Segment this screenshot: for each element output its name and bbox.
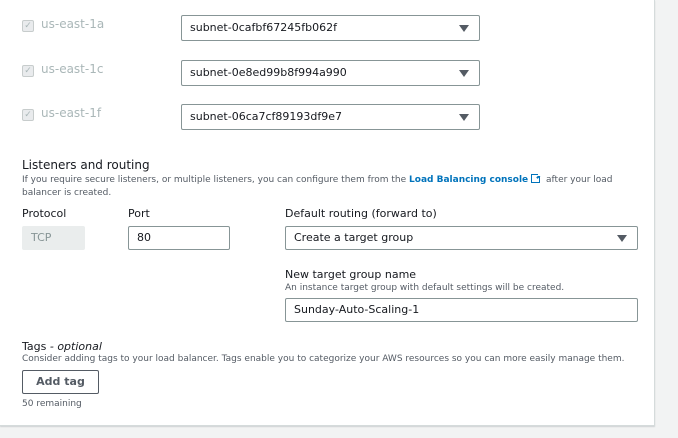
az-label: us-east-1a [41,17,105,31]
tags-title: Tags [22,340,47,353]
target-group-name-desc: An instance target group with default se… [285,283,565,293]
listeners-desc-text: If you require secure listeners, or mult… [22,175,410,185]
protocol-label: Protocol [22,207,67,220]
default-routing-select[interactable]: Create a target group [285,226,638,250]
subnet-value: subnet-06ca7cf89193df9e7 [190,110,343,123]
subnet-value: subnet-0e8ed99b8f994a990 [190,66,347,79]
az-checkbox[interactable]: ✓ [22,109,34,121]
external-link-icon [531,172,543,183]
caret-down-icon [459,25,469,32]
caret-down-icon [459,114,469,121]
listeners-description: If you require secure listeners, or mult… [22,172,642,200]
tags-heading: Tags - optional [22,340,102,353]
target-group-name-input[interactable]: Sunday-Auto-Scaling-1 [285,298,638,322]
subnet-select-us-east-1a[interactable]: subnet-0cafbf67245fb062f [181,15,480,41]
tags-optional: - optional [46,340,102,353]
listeners-heading: Listeners and routing [22,158,150,172]
add-tag-button[interactable]: Add tag [22,370,99,394]
tags-description: Consider adding tags to your load balanc… [22,354,625,364]
subnet-value: subnet-0cafbf67245fb062f [190,21,337,34]
port-label: Port [128,207,150,220]
az-checkbox[interactable]: ✓ [22,20,34,32]
load-balancing-console-link[interactable]: Load Balancing console [409,175,528,185]
az-label: us-east-1f [41,106,102,120]
tags-remaining: 50 remaining [22,399,82,409]
caret-down-icon [459,70,469,77]
load-balancer-panel: ✓ us-east-1a subnet-0cafbf67245fb062f ✓ … [0,0,655,426]
az-label: us-east-1c [41,62,104,76]
routing-value: Create a target group [294,231,414,244]
target-group-name-label: New target group name [285,268,417,281]
subnet-select-us-east-1f[interactable]: subnet-06ca7cf89193df9e7 [181,104,480,130]
az-checkbox[interactable]: ✓ [22,65,34,77]
subnet-select-us-east-1c[interactable]: subnet-0e8ed99b8f994a990 [181,60,480,86]
port-input[interactable]: 80 [128,226,230,250]
caret-down-icon [617,235,627,242]
protocol-field: TCP [22,226,85,250]
default-routing-label: Default routing (forward to) [285,207,437,220]
